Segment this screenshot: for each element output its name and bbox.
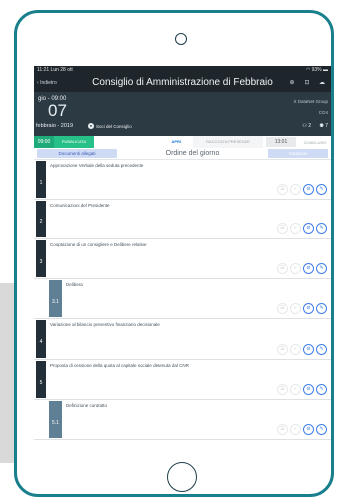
attach-icon[interactable]: ⊘ <box>303 384 314 395</box>
agenda-item-number: 5 <box>36 361 46 398</box>
progress-steps: 09:00 PUBBLICATA APRI RACCOLTA PRESENZE … <box>34 136 331 148</box>
nav-bar: ‹ Indietro Consiglio di Amministrazione … <box>34 74 331 92</box>
edit-icon[interactable]: ✎ <box>316 424 327 435</box>
check-icon[interactable]: ✓ <box>290 223 301 234</box>
meeting-day-number: 07 <box>48 101 67 120</box>
attach-icon[interactable]: ⊘ <box>303 424 314 435</box>
step-open[interactable]: APRI <box>94 136 193 148</box>
tab-voting[interactable]: Votazioni <box>268 149 328 158</box>
agenda-subitem[interactable]: 5.1 Definizione contratto ☰ ✓ ⊘ ✎ <box>34 400 331 440</box>
comment-icon[interactable]: ☰ <box>277 303 288 314</box>
agenda-item[interactable]: 5 Proposta di cessione della quota al ca… <box>34 360 331 400</box>
agenda-item-number: 2 <box>36 201 46 237</box>
step-published: PUBBLICATA <box>54 136 94 148</box>
agenda-item[interactable]: 4 Variazione al bilancio preventivo fina… <box>34 319 331 360</box>
agenda-item[interactable]: 2 Comunicazioni del Presidente ☰ ✓ ⊘ ✎ <box>34 200 331 239</box>
agenda-item[interactable]: 3 Cooptazione di un consigliere e Delibe… <box>34 239 331 279</box>
status-battery: ◠ 93% ▬ <box>305 67 328 73</box>
edit-icon[interactable]: ✎ <box>316 184 327 195</box>
page-title: Consiglio di Amministrazione di Febbraio <box>92 77 273 88</box>
agenda-item-text: Cooptazione di un consigliere e Delibere… <box>50 242 147 247</box>
status-bar: 11:21 Lun 28 ott ◠ 93% ▬ <box>34 66 331 74</box>
check-icon[interactable]: ✓ <box>290 344 301 355</box>
comment-icon[interactable]: ☰ <box>277 184 288 195</box>
agenda-item-text: Definizione contratto <box>66 403 108 408</box>
edit-icon[interactable]: ✎ <box>316 223 327 234</box>
agenda-item-number: 5.1 <box>49 401 62 438</box>
comment-icon[interactable]: ☰ <box>277 223 288 234</box>
attach-icon[interactable]: ⊘ <box>303 344 314 355</box>
tab-documents[interactable]: Documenti allegati <box>37 149 117 158</box>
comment-icon[interactable]: ☰ <box>277 424 288 435</box>
edit-icon[interactable]: ✎ <box>316 384 327 395</box>
item-actions: ☰ ✓ ⊘ ✎ <box>277 344 327 355</box>
check-icon[interactable]: ✓ <box>290 184 301 195</box>
agenda-item-number: 1 <box>36 161 46 198</box>
item-actions: ☰ ✓ ⊘ ✎ <box>277 223 327 234</box>
check-icon[interactable]: ✓ <box>290 303 301 314</box>
tab-agenda[interactable]: Ordine del giorno <box>117 150 268 157</box>
edit-icon[interactable]: ✎ <box>316 303 327 314</box>
wifi-icon: ◠ <box>305 67 311 73</box>
attach-icon[interactable]: ⊘ <box>303 303 314 314</box>
people-icon: ⚉ <box>319 123 324 129</box>
meeting-header: gio - 09:00 07 febbraio - 2019 ● Soci de… <box>34 92 331 136</box>
item-actions: ☰ ✓ ⊘ ✎ <box>277 263 327 274</box>
step-end-time: 13:01 <box>266 137 296 147</box>
agenda-item-text: Approvazione Verbale della seduta preced… <box>50 163 144 168</box>
agenda-subitem[interactable]: 3.1 Delibera ☰ ✓ ⊘ ✎ <box>34 279 331 319</box>
status-time-date: 11:21 Lun 28 ott <box>37 67 73 73</box>
step-start-time: 09:00 <box>34 136 54 148</box>
comment-icon[interactable]: ☰ <box>277 384 288 395</box>
edit-icon[interactable]: ✎ <box>316 344 327 355</box>
attach-icon[interactable]: ⊘ <box>303 184 314 195</box>
app-screen: 11:21 Lun 28 ott ◠ 93% ▬ ‹ Indietro Cons… <box>34 66 331 458</box>
meeting-code: CO4 <box>318 110 328 115</box>
group-icon: ● <box>88 123 94 129</box>
check-icon[interactable]: ✓ <box>290 263 301 274</box>
check-icon[interactable]: ✓ <box>290 424 301 435</box>
participants-count[interactable]: ⚇ 2 <box>302 123 311 129</box>
item-actions: ☰ ✓ ⊘ ✎ <box>277 384 327 395</box>
item-actions: ☰ ✓ ⊘ ✎ <box>277 303 327 314</box>
soci-link[interactable]: ● Soci del Consiglio <box>88 123 132 129</box>
agenda-item-text: Proposta di cessione della quota al capi… <box>50 363 189 368</box>
comment-icon[interactable]: ☰ <box>277 263 288 274</box>
agenda-item-text: Comunicazioni del Presidente <box>50 203 110 208</box>
camera-icon <box>175 33 187 45</box>
agenda-item-number: 3.1 <box>49 280 62 317</box>
agenda-item-number: 4 <box>36 320 46 358</box>
stage: 11:21 Lun 28 ott ◠ 93% ▬ ‹ Indietro Cons… <box>0 0 342 500</box>
comment-icon[interactable]: ☰ <box>277 344 288 355</box>
edit-icon[interactable]: ✎ <box>316 263 327 274</box>
home-button-icon[interactable] <box>167 462 197 492</box>
attach-icon[interactable]: ⊘ <box>303 263 314 274</box>
person-icon: ⚇ <box>302 123 307 129</box>
organization-name: X DataNet Group <box>293 99 328 104</box>
meeting-month-year: febbraio - 2019 <box>36 123 73 129</box>
item-actions: ☰ ✓ ⊘ ✎ <box>277 184 327 195</box>
item-actions: ☰ ✓ ⊘ ✎ <box>277 424 327 435</box>
step-concluded[interactable]: CONCLUSO <box>299 140 331 145</box>
agenda-item[interactable]: 1 Approvazione Verbale della seduta prec… <box>34 160 331 200</box>
tabs-bar: Documenti allegati Ordine del giorno Vot… <box>34 148 331 160</box>
attach-icon[interactable]: ⊘ <box>303 223 314 234</box>
check-icon[interactable]: ✓ <box>290 384 301 395</box>
battery-icon: ▬ <box>323 67 328 73</box>
attendees-count[interactable]: ⚉ 7 <box>319 123 328 129</box>
step-collect-attendance[interactable]: RACCOLTA PRESENZE <box>193 136 263 148</box>
agenda-item-number: 3 <box>36 240 46 277</box>
agenda-item-text: Delibera <box>66 282 83 287</box>
agenda-item-text: Variazione al bilancio preventivo finanz… <box>50 322 160 327</box>
